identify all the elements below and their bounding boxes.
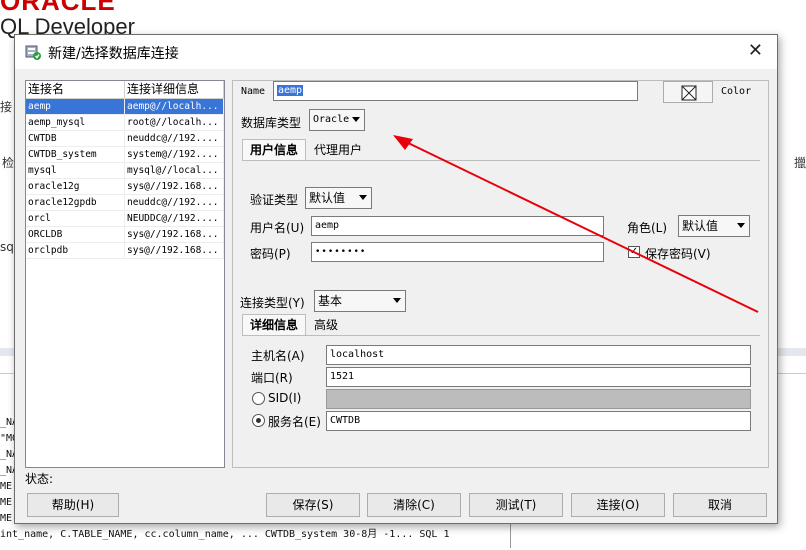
connection-name: CWTDB bbox=[26, 131, 125, 146]
auth-type-label: 验证类型 bbox=[250, 193, 299, 207]
test-button[interactable]: 测试(T) bbox=[469, 493, 563, 517]
username-label: 用户名(U) bbox=[250, 221, 305, 235]
connection-details: neuddc@//192.... bbox=[125, 131, 224, 146]
cancel-button[interactable]: 取消 bbox=[673, 493, 767, 517]
connection-details: sys@//192.168... bbox=[125, 243, 224, 258]
auth-type-value: 默认值 bbox=[309, 191, 346, 205]
conn-type-label: 连接类型(Y) bbox=[240, 296, 305, 310]
connection-name: oracle12g bbox=[26, 179, 125, 194]
help-button[interactable]: 帮助(H) bbox=[27, 493, 119, 517]
role-label: 角色(L) bbox=[627, 221, 668, 235]
connection-name: orclpdb bbox=[26, 243, 125, 258]
auth-type-select[interactable]: 默认值 bbox=[305, 187, 372, 209]
db-type-label: 数据库类型 bbox=[241, 116, 302, 130]
column-header-name[interactable]: 连接名 bbox=[26, 81, 125, 98]
connection-details: NEUDDC@//192.... bbox=[125, 211, 224, 226]
name-label: Name bbox=[241, 86, 266, 97]
connection-name: mysql bbox=[26, 163, 125, 178]
column-header-details[interactable]: 连接详细信息 bbox=[125, 81, 224, 98]
host-field[interactable]: localhost bbox=[326, 345, 751, 365]
conn-type-value: 基本 bbox=[318, 294, 343, 308]
name-field[interactable]: aemp bbox=[273, 81, 638, 101]
connection-details: neuddc@//192.... bbox=[125, 195, 224, 210]
sid-field[interactable] bbox=[326, 389, 751, 409]
clear-button[interactable]: 清除(C) bbox=[367, 493, 461, 517]
list-item[interactable]: oracle12gpdb neuddc@//192.... bbox=[26, 195, 224, 211]
detail-tabs: 详细信息 高级 bbox=[242, 314, 346, 336]
service-name-radio[interactable] bbox=[252, 414, 265, 427]
color-picker-icon bbox=[681, 85, 697, 101]
user-tabs: 用户信息 代理用户 bbox=[242, 139, 370, 161]
port-label: 端口(R) bbox=[251, 371, 293, 385]
list-item[interactable]: CWTDB_system system@//192.... bbox=[26, 147, 224, 163]
name-value: aemp bbox=[277, 85, 304, 96]
list-item[interactable]: ORCLDB sys@//192.168... bbox=[26, 227, 224, 243]
connection-name: orcl bbox=[26, 211, 125, 226]
tab-user-info[interactable]: 用户信息 bbox=[242, 139, 307, 161]
password-label: 密码(P) bbox=[250, 247, 291, 261]
save-password-checkbox[interactable]: ✓ bbox=[628, 246, 640, 258]
color-button[interactable] bbox=[663, 81, 713, 103]
database-connection-icon bbox=[25, 45, 41, 60]
dialog-title: 新建/选择数据库连接 bbox=[48, 46, 179, 62]
connection-details: root@//localh... bbox=[125, 115, 224, 130]
username-field[interactable]: aemp bbox=[311, 216, 604, 236]
new-connection-dialog: 新建/选择数据库连接 ✕ 连接名 连接详细信息 aemp aemp@//local… bbox=[14, 34, 778, 524]
chevron-down-icon bbox=[352, 117, 360, 122]
connection-details: system@//192.... bbox=[125, 147, 224, 162]
connection-details: sys@//192.168... bbox=[125, 227, 224, 242]
close-icon[interactable]: ✕ bbox=[748, 40, 763, 61]
connection-details: mysql@//local... bbox=[125, 163, 224, 178]
sid-label: SID(I) bbox=[268, 391, 302, 405]
bg-fragment-1: 接 bbox=[0, 100, 13, 114]
role-select[interactable]: 默认值 bbox=[678, 215, 750, 237]
connection-name: ORCLDB bbox=[26, 227, 125, 242]
tab-advanced[interactable]: 高级 bbox=[306, 314, 346, 336]
save-password-label: 保存密码(V) bbox=[645, 247, 711, 261]
list-item[interactable]: aemp_mysql root@//localh... bbox=[26, 115, 224, 131]
chevron-down-icon bbox=[359, 195, 367, 200]
password-field[interactable]: •••••••• bbox=[311, 242, 604, 262]
service-name-label: 服务名(E) bbox=[268, 415, 321, 429]
list-body: aemp aemp@//localh... aemp_mysql root@//loc… bbox=[26, 99, 224, 259]
db-type-select[interactable]: Oracle bbox=[309, 109, 365, 131]
role-value: 默认值 bbox=[682, 219, 719, 233]
list-item[interactable]: mysql mysql@//local... bbox=[26, 163, 224, 179]
bg-fragment-right: 擸 bbox=[794, 156, 806, 170]
connection-list[interactable]: 连接名 连接详细信息 aemp aemp@//localh... aemp_mysq… bbox=[25, 80, 225, 468]
tab-details[interactable]: 详细信息 bbox=[242, 314, 307, 336]
chevron-down-icon bbox=[737, 223, 745, 228]
conn-type-select[interactable]: 基本 bbox=[314, 290, 406, 312]
db-type-value: Oracle bbox=[313, 114, 350, 125]
bg-fragment-2: 检 bbox=[2, 156, 15, 170]
connection-name: aemp bbox=[26, 99, 125, 114]
connect-button[interactable]: 连接(O) bbox=[571, 493, 665, 517]
connection-name: aemp_mysql bbox=[26, 115, 125, 130]
tab-proxy-user[interactable]: 代理用户 bbox=[306, 139, 370, 161]
list-item[interactable]: orcl NEUDDC@//192.... bbox=[26, 211, 224, 227]
service-name-field[interactable]: CWTDB bbox=[326, 411, 751, 431]
save-button[interactable]: 保存(S) bbox=[266, 493, 360, 517]
list-item[interactable]: CWTDB neuddc@//192.... bbox=[26, 131, 224, 147]
chevron-down-icon bbox=[393, 298, 401, 303]
list-item[interactable]: aemp aemp@//localh... bbox=[26, 99, 224, 115]
port-field[interactable]: 1521 bbox=[326, 367, 751, 387]
dialog-titlebar[interactable]: 新建/选择数据库连接 ✕ bbox=[15, 35, 777, 69]
list-header: 连接名 连接详细信息 bbox=[26, 81, 224, 99]
list-item[interactable]: orclpdb sys@//192.168... bbox=[26, 243, 224, 259]
connection-details: sys@//192.168... bbox=[125, 179, 224, 194]
connection-name: oracle12gpdb bbox=[26, 195, 125, 210]
host-label: 主机名(A) bbox=[251, 349, 305, 363]
sid-radio[interactable] bbox=[252, 392, 265, 405]
color-label: Color bbox=[721, 86, 752, 97]
list-item[interactable]: oracle12g sys@//192.168... bbox=[26, 179, 224, 195]
table-row[interactable]: int_name, C.TABLE_NAME, cc.column_name, … bbox=[0, 527, 510, 543]
status-label: 状态: bbox=[25, 472, 54, 486]
connection-name: CWTDB_system bbox=[26, 147, 125, 162]
connection-details: aemp@//localh... bbox=[125, 99, 224, 114]
